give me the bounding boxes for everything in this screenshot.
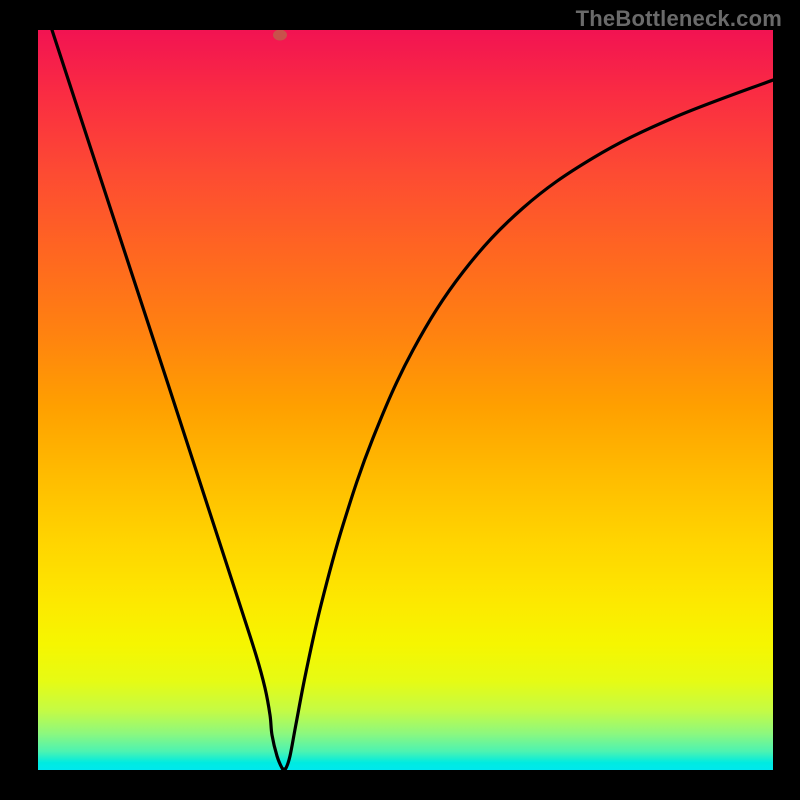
bottleneck-curve bbox=[52, 30, 773, 769]
watermark-text: TheBottleneck.com bbox=[576, 6, 782, 32]
plot-area bbox=[38, 30, 773, 770]
curve-svg bbox=[38, 30, 773, 770]
minimum-marker bbox=[273, 30, 287, 41]
chart-frame: TheBottleneck.com bbox=[0, 0, 800, 800]
